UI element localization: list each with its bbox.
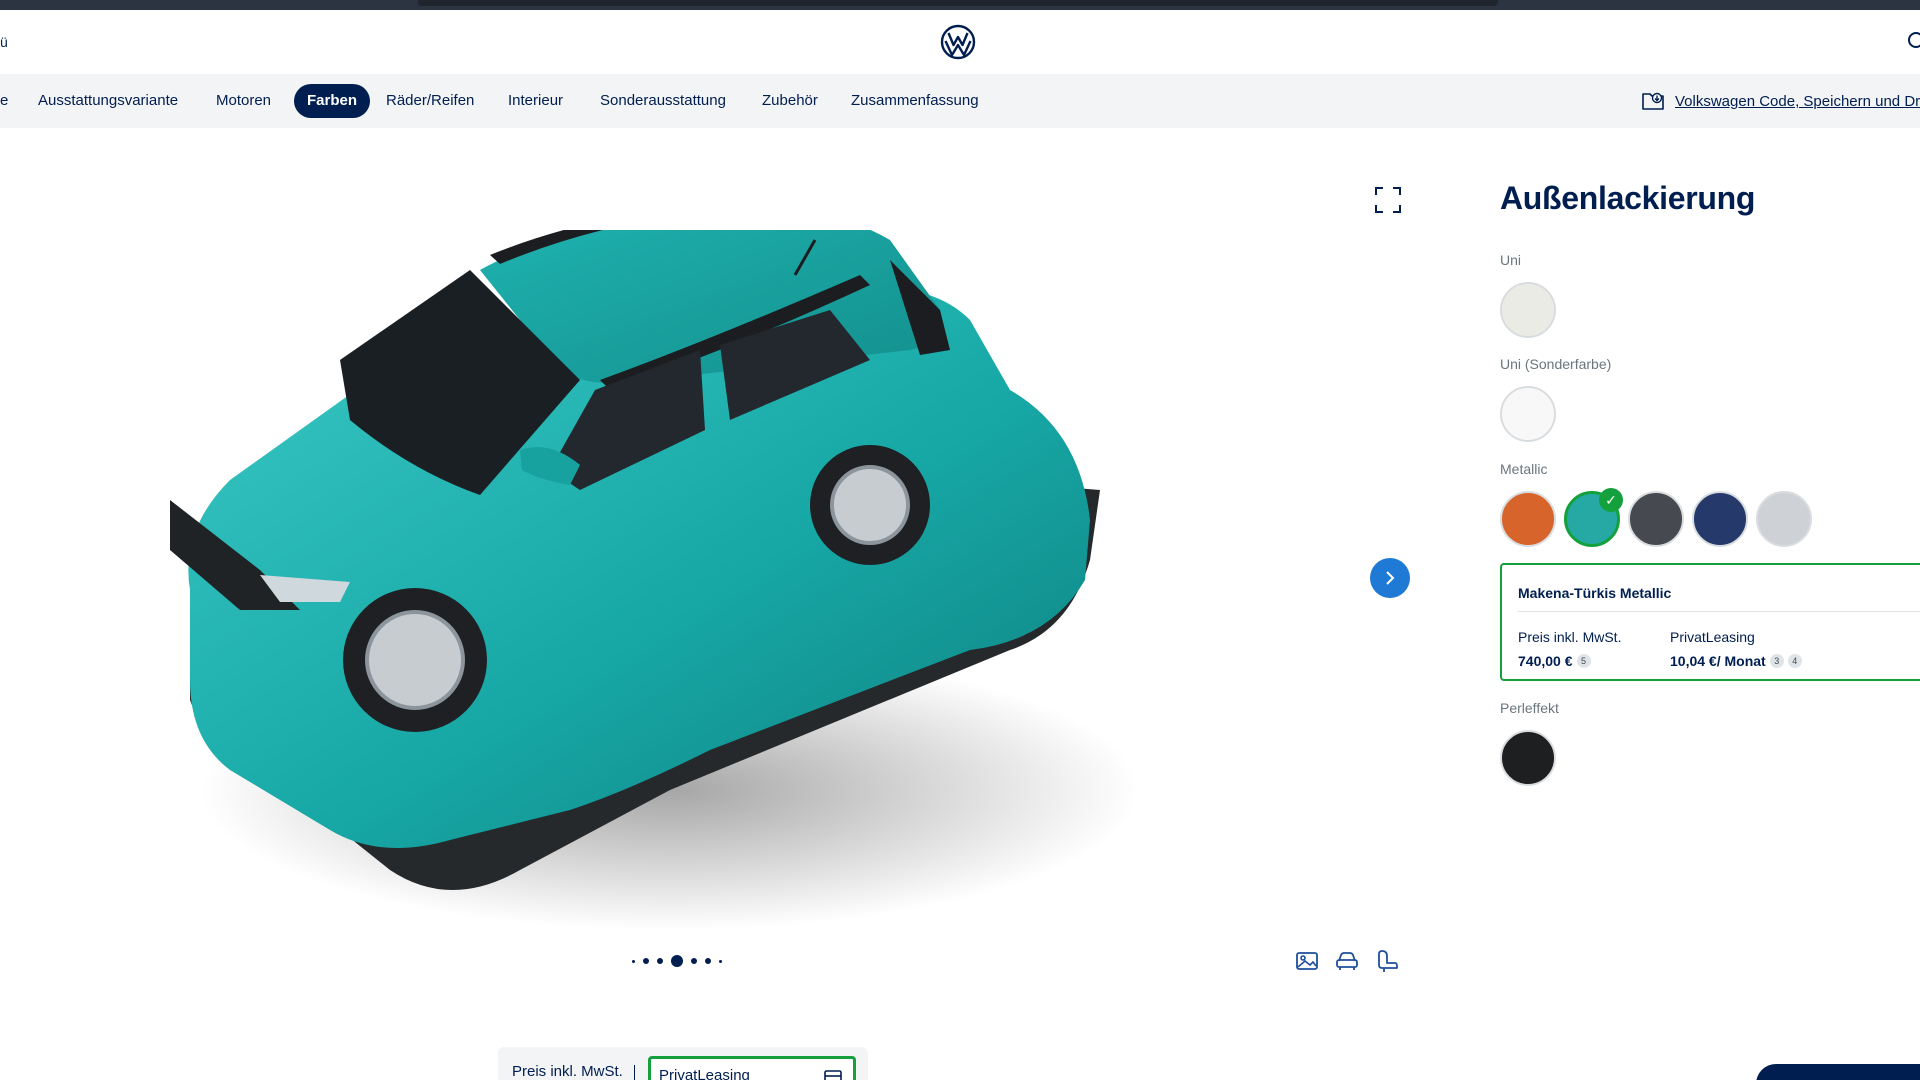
- carousel-dot-active[interactable]: [671, 955, 683, 967]
- carousel-dot[interactable]: [719, 959, 722, 963]
- panel-title: Außenlackierung: [1500, 180, 1756, 216]
- leasing-value: 10,04 €/ Monat: [1670, 653, 1766, 669]
- footnote-badge[interactable]: 3: [1769, 654, 1784, 668]
- checkmark-icon: ✓: [1599, 488, 1623, 512]
- tab-interieur[interactable]: Interieur: [508, 84, 563, 118]
- color-price-value: 740,00 €: [1518, 653, 1573, 669]
- group-label-metallic: Metallic: [1500, 461, 1548, 477]
- car-front-rim: [365, 610, 465, 710]
- configurator-tabs: e Ausstattungsvariante Motoren Farben Rä…: [0, 74, 1920, 128]
- leasing-price: 10,04 €/ Monat 3 4: [1670, 653, 1802, 669]
- leasing-label: PrivatLeasing: [1670, 629, 1755, 645]
- footnote-badge[interactable]: 5: [1576, 654, 1591, 668]
- pricing-mode-select[interactable]: PrivatLeasing: [648, 1056, 856, 1080]
- carousel-dots: [632, 954, 722, 968]
- carousel-dot[interactable]: [705, 958, 711, 964]
- car-rear-rim: [830, 465, 910, 545]
- calendar-icon: [824, 1070, 842, 1080]
- swatch-perleffekt-black[interactable]: [1500, 730, 1556, 786]
- group-label-perleffekt: Perleffekt: [1500, 700, 1559, 716]
- carousel-dot[interactable]: [691, 958, 697, 964]
- tab-raeder-reifen[interactable]: Räder/Reifen: [386, 84, 474, 118]
- carousel-dot[interactable]: [643, 958, 649, 964]
- swatch-row-perleffekt: [1500, 730, 1556, 786]
- browser-address-area: [418, 0, 1498, 6]
- swatch-row-uni: [1500, 282, 1556, 338]
- swatch-metallic-blue[interactable]: [1692, 491, 1748, 547]
- tab-ausstattungsvariante[interactable]: Ausstattungsvariante: [38, 84, 178, 118]
- browser-top-strip: [0, 0, 1920, 10]
- swatch-row-uni-sonderfarbe: [1500, 386, 1556, 442]
- car-exterior-icon[interactable]: [1334, 948, 1360, 974]
- floating-action-button[interactable]: [1756, 1064, 1920, 1080]
- color-panel: Außenlackierung Uni Uni (Sonderfarbe) Me…: [1500, 180, 1920, 786]
- group-label-uni-sonderfarbe: Uni (Sonderfarbe): [1500, 356, 1612, 372]
- color-price-label: Preis inkl. MwSt.: [1518, 629, 1622, 645]
- seat-interior-icon[interactable]: [1374, 948, 1400, 974]
- site-header: ü: [0, 10, 1920, 74]
- menu-label[interactable]: ü: [0, 34, 8, 50]
- tab-motoren[interactable]: Motoren: [216, 84, 271, 118]
- tab-sonderausstattung[interactable]: Sonderausstattung: [600, 84, 726, 118]
- group-label-uni: Uni: [1500, 252, 1522, 268]
- card-divider: [1518, 611, 1920, 612]
- next-view-button[interactable]: [1370, 558, 1410, 598]
- tab-farben[interactable]: Farben: [294, 84, 371, 118]
- search-icon[interactable]: [1906, 30, 1920, 54]
- swatch-row-metallic: ✓: [1500, 488, 1812, 547]
- selected-color-name: Makena-Türkis Metallic: [1518, 585, 1672, 601]
- price-bar: Preis inkl. MwSt. PrivatLeasing: [498, 1047, 868, 1080]
- fullscreen-icon[interactable]: [1374, 186, 1402, 214]
- vw-logo-icon[interactable]: [940, 24, 976, 60]
- tab-zubehoer[interactable]: Zubehör: [762, 84, 818, 118]
- carousel-dot[interactable]: [657, 958, 663, 964]
- tab-zusammenfassung[interactable]: Zusammenfassung: [851, 84, 979, 118]
- tab-previous[interactable]: e: [0, 84, 8, 118]
- swatch-metallic-turquoise[interactable]: ✓: [1564, 488, 1623, 547]
- footnote-badge[interactable]: 4: [1787, 654, 1802, 668]
- swatch-metallic-silver[interactable]: [1756, 491, 1812, 547]
- folder-save-icon: [1642, 92, 1664, 110]
- selected-color-card: Makena-Türkis Metallic Preis inkl. MwSt.…: [1500, 563, 1920, 681]
- carousel-dot[interactable]: [632, 959, 635, 963]
- price-bar-divider: [634, 1065, 635, 1080]
- pricing-mode-value: PrivatLeasing: [659, 1067, 750, 1080]
- color-price: 740,00 € 5: [1518, 653, 1591, 669]
- view-mode-icons: [1294, 948, 1400, 974]
- swatch-uni-sonder-white[interactable]: [1500, 386, 1556, 442]
- swatch-uni-white[interactable]: [1500, 282, 1556, 338]
- price-bar-label: Preis inkl. MwSt.: [512, 1063, 623, 1080]
- chevron-right-icon: [1386, 571, 1395, 585]
- swatch-metallic-orange[interactable]: [1500, 491, 1556, 547]
- car-3d-view[interactable]: [150, 230, 1190, 950]
- save-code-label: Volkswagen Code, Speichern und Drucken: [1675, 92, 1920, 110]
- save-code-link[interactable]: Volkswagen Code, Speichern und Drucken: [1641, 88, 1920, 114]
- swatch-metallic-grey[interactable]: [1628, 491, 1684, 547]
- image-icon[interactable]: [1294, 948, 1320, 974]
